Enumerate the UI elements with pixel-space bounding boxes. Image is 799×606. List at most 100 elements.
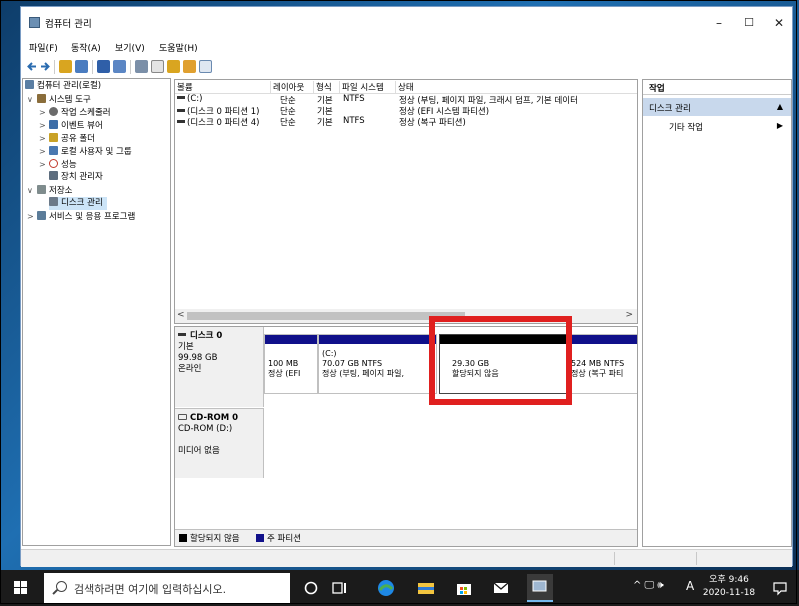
- checklist-icon[interactable]: [151, 60, 164, 73]
- partition-bar: [265, 335, 317, 344]
- tree-item-services-applications[interactable]: > 서비스 및 응용 프로그램: [27, 210, 135, 223]
- tree-item-storage[interactable]: ∨ 저장소: [27, 184, 72, 197]
- task-view-icon[interactable]: [329, 578, 349, 598]
- view-icon[interactable]: [199, 60, 212, 73]
- microsoft-store-icon[interactable]: [454, 578, 474, 598]
- console-tree: 컴퓨터 관리(로컬) ∨ 시스템 도구 > 작업 스케줄러 > 이벤트 뷰어 > 공유 …: [22, 78, 171, 546]
- tree-item-computer-management[interactable]: 컴퓨터 관리(로컬): [25, 80, 101, 93]
- system-tray-icons[interactable]: ^ 🖵 🕪: [633, 580, 664, 591]
- tree-item-system-tools[interactable]: ∨ 시스템 도구: [27, 93, 91, 106]
- ime-indicator[interactable]: A: [686, 579, 694, 593]
- partition-c-text: (C:) 70.07 GB NTFS 정상 (부팅, 페이지 파일,: [322, 349, 405, 378]
- table-row[interactable]: (디스크 0 파티션 1) 단순 기본 정상 (EFI 시스템 파티션): [175, 105, 637, 117]
- search-folder-icon[interactable]: [183, 60, 196, 73]
- column-header-file-system[interactable]: 파일 시스템: [340, 81, 396, 93]
- volume-list-header: 볼륨 레이아웃 형식 파일 시스템 상태: [175, 80, 637, 94]
- services-icon: [37, 211, 46, 220]
- tree-item-event-viewer[interactable]: > 이벤트 뷰어: [39, 119, 103, 132]
- computer-management-taskbar-icon[interactable]: [527, 574, 553, 602]
- taskbar-clock[interactable]: 오후 9:46 2020-11-18: [700, 574, 758, 600]
- maximize-button[interactable]: ☐: [734, 12, 764, 34]
- expand-icon[interactable]: >: [27, 210, 35, 223]
- tree-item-local-users-groups[interactable]: > 로컬 사용자 및 그룹: [39, 145, 132, 158]
- show-hide-tree-icon[interactable]: [75, 60, 88, 73]
- tree-item-task-scheduler[interactable]: > 작업 스케줄러: [39, 106, 111, 119]
- cdrom-0-name: CD-ROM 0: [178, 413, 263, 424]
- horizontal-scrollbar[interactable]: < >: [175, 309, 637, 323]
- scroll-left-button[interactable]: <: [177, 310, 185, 320]
- computer-icon: [25, 80, 34, 89]
- back-arrow-icon[interactable]: [27, 60, 37, 73]
- collapse-icon[interactable]: ∨: [27, 184, 35, 197]
- tree-item-device-manager[interactable]: 장치 관리자: [39, 171, 103, 184]
- column-header-layout[interactable]: 레이아웃: [271, 81, 314, 93]
- menu-file[interactable]: 파일(F): [29, 41, 58, 54]
- unallocated-bar: [440, 335, 566, 344]
- mail-icon[interactable]: [491, 578, 511, 598]
- performance-icon: [49, 159, 58, 168]
- disk-0-type: 기본: [178, 342, 194, 352]
- window-title: 컴퓨터 관리: [45, 19, 92, 30]
- file-explorer-icon[interactable]: [416, 578, 436, 598]
- start-button[interactable]: [14, 581, 28, 595]
- partition-recovery[interactable]: 524 MB NTFS 정상 (복구 파티: [567, 334, 637, 394]
- scrollbar-thumb[interactable]: [187, 312, 465, 320]
- scroll-right-button[interactable]: >: [625, 310, 633, 320]
- expand-icon[interactable]: >: [39, 106, 47, 119]
- tree-item-shared-folders[interactable]: > 공유 폴더: [39, 132, 95, 145]
- cdrom-0-label[interactable]: CD-ROM 0 CD-ROM (D:) 미디어 없음: [175, 408, 264, 478]
- menu-view[interactable]: 보기(V): [115, 41, 145, 54]
- actions-more-item[interactable]: 기타 작업 ▶: [643, 120, 791, 134]
- table-row[interactable]: (디스크 0 파티션 4) 단순 기본 NTFS 정상 (복구 파티션): [175, 116, 637, 128]
- partition-bar: [568, 335, 637, 344]
- disk-0-partitions: 100 MB 정상 (EFI (C:) 70.07 GB NTFS 정상 (부팅, 페…: [264, 334, 637, 394]
- expand-icon[interactable]: >: [39, 119, 47, 132]
- windows-logo-icon: [14, 581, 20, 587]
- type-cell: 기본: [317, 118, 333, 128]
- expand-icon[interactable]: >: [39, 158, 47, 171]
- forward-arrow-icon[interactable]: [40, 60, 50, 73]
- up-folder-icon[interactable]: [59, 60, 72, 73]
- expand-icon[interactable]: >: [39, 145, 47, 158]
- partition-efi-text: 100 MB 정상 (EFI: [268, 359, 301, 378]
- actions-header: 작업: [643, 80, 791, 95]
- collapse-arrow-icon[interactable]: ▲: [777, 102, 783, 111]
- menu-help[interactable]: 도움말(H): [159, 41, 198, 54]
- partition-c[interactable]: (C:) 70.07 GB NTFS 정상 (부팅, 페이지 파일,: [318, 334, 437, 394]
- menu-action[interactable]: 동작(A): [71, 41, 101, 54]
- edge-browser-icon[interactable]: [376, 578, 396, 598]
- toolbar-separator: [54, 60, 55, 74]
- table-row[interactable]: (C:) 단순 기본 NTFS 정상 (부팅, 페이지 파일, 크래시 덤프, …: [175, 94, 637, 106]
- close-button[interactable]: ✕: [764, 12, 794, 34]
- tree-item-disk-management[interactable]: 디스크 관리: [49, 197, 107, 210]
- column-header-volume[interactable]: 볼륨: [175, 81, 271, 93]
- column-header-status[interactable]: 상태: [396, 81, 637, 93]
- notification-icon[interactable]: [770, 578, 790, 598]
- volume-cell: (C:): [177, 94, 202, 104]
- legend: 할당되지 않음 주 파티션: [175, 529, 637, 546]
- cortana-icon[interactable]: [301, 578, 321, 598]
- properties-icon[interactable]: [113, 60, 126, 73]
- taskbar-search-box[interactable]: 검색하려면 여기에 입력하십시오.: [44, 573, 290, 603]
- connect-icon[interactable]: [135, 60, 148, 73]
- disk-0-label[interactable]: 디스크 0 기본 99.98 GB 온라인: [175, 327, 264, 407]
- column-header-type[interactable]: 형식: [314, 81, 340, 93]
- computer-management-window: 컴퓨터 관리 – ☐ ✕ 파일(F) 동작(A) 보기(V) 도움말(H) 컴퓨…: [20, 6, 793, 567]
- partition-efi[interactable]: 100 MB 정상 (EFI: [264, 334, 318, 394]
- file-system-cell: NTFS: [343, 94, 365, 104]
- actions-section-disk-management[interactable]: 디스크 관리 ▲: [643, 98, 791, 116]
- volume-icon: [177, 120, 185, 123]
- clock-time: 오후 9:46: [709, 575, 749, 585]
- search-placeholder: 검색하려면 여기에 입력하십시오.: [74, 583, 227, 596]
- minimize-button[interactable]: –: [704, 12, 734, 34]
- volume-icon: [177, 109, 185, 112]
- tree-item-performance[interactable]: > 성능: [39, 158, 77, 171]
- disk-icon: [178, 333, 186, 336]
- folder-icon[interactable]: [167, 60, 180, 73]
- title-bar[interactable]: 컴퓨터 관리 – ☐ ✕: [21, 7, 792, 37]
- collapse-icon[interactable]: ∨: [27, 93, 35, 106]
- event-viewer-icon: [49, 120, 58, 129]
- partition-unallocated[interactable]: 29.30 GB 할당되지 않음: [439, 334, 567, 394]
- expand-icon[interactable]: >: [39, 132, 47, 145]
- help-icon[interactable]: [97, 60, 110, 73]
